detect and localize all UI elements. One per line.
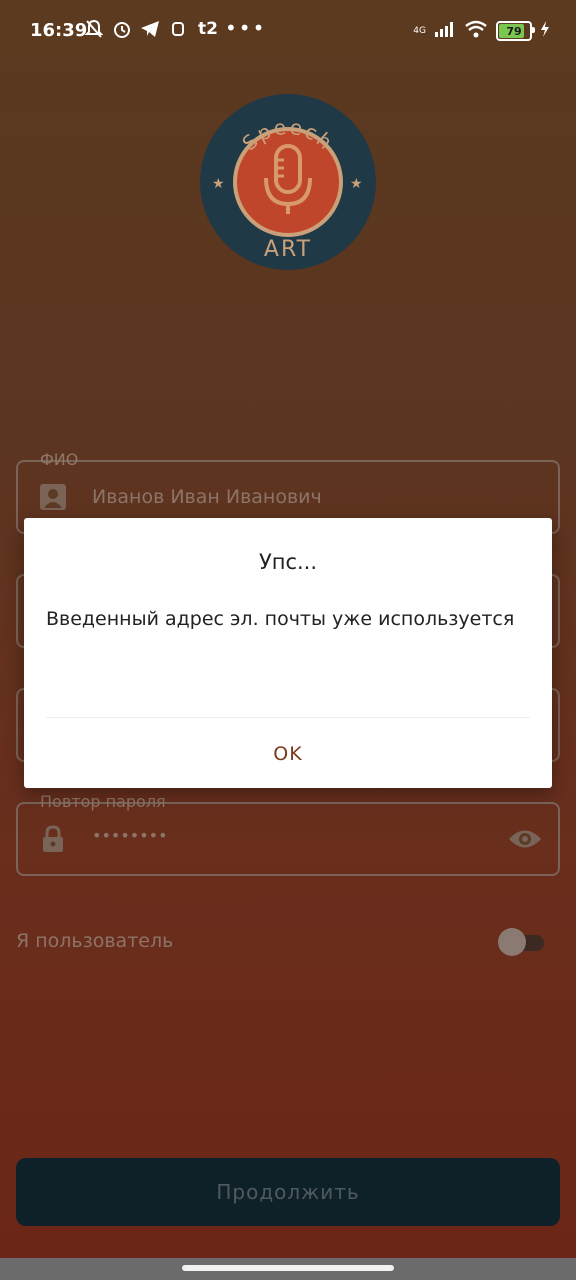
fio-label: ФИО (40, 450, 79, 469)
mute-bell-icon (84, 18, 104, 40)
status-bar: 16:39 t2 ••• 4G 79 (0, 0, 576, 64)
user-toggle[interactable] (498, 928, 544, 956)
app-screen: 16:39 t2 ••• 4G 79 ★ ★ Speech ART ФИО Ив… (0, 0, 576, 1258)
ok-button[interactable]: OK (24, 730, 552, 778)
app-icon (168, 18, 188, 40)
telegram-icon (140, 18, 160, 40)
signal-icon (434, 21, 456, 41)
error-dialog: Упс... Введенный адрес эл. почты уже исп… (24, 518, 552, 788)
account-box-icon (38, 482, 68, 512)
battery-level: 79 (506, 24, 522, 38)
charging-icon (540, 21, 550, 41)
t2-icon: t2 (198, 19, 218, 39)
notification-icons: t2 (84, 18, 220, 40)
speech-art-logo: ★ ★ Speech ART (200, 94, 376, 270)
repeat-password-label: Повтор пароля (40, 792, 166, 811)
eye-icon[interactable] (508, 826, 542, 852)
alarm-icon (112, 18, 132, 40)
navigation-bar (0, 1258, 576, 1280)
battery-icon: 79 (496, 21, 535, 41)
svg-text:★: ★ (212, 176, 225, 192)
repeat-password-value: •••••••• (92, 826, 168, 845)
status-time: 16:39 (30, 20, 88, 41)
dialog-title: Упс... (258, 550, 318, 574)
wifi-icon (464, 20, 488, 42)
logo-bottom-text: ART (264, 237, 312, 262)
dialog-divider (46, 717, 530, 718)
home-gesture-handle[interactable] (182, 1265, 394, 1271)
status-right: 4G 79 (413, 20, 550, 42)
toggle-knob (498, 928, 526, 956)
network-type: 4G (413, 25, 426, 36)
user-toggle-label: Я пользователь (16, 930, 174, 952)
svg-text:★: ★ (350, 176, 363, 192)
lock-icon (38, 824, 68, 854)
more-notifications-icon: ••• (225, 16, 267, 40)
dialog-message: Введенный адрес эл. почты уже использует… (46, 608, 515, 630)
fio-value: Иванов Иван Иванович (92, 486, 322, 508)
continue-button[interactable]: Продолжить (16, 1158, 560, 1226)
repeat-password-field[interactable]: Повтор пароля •••••••• (16, 792, 560, 876)
